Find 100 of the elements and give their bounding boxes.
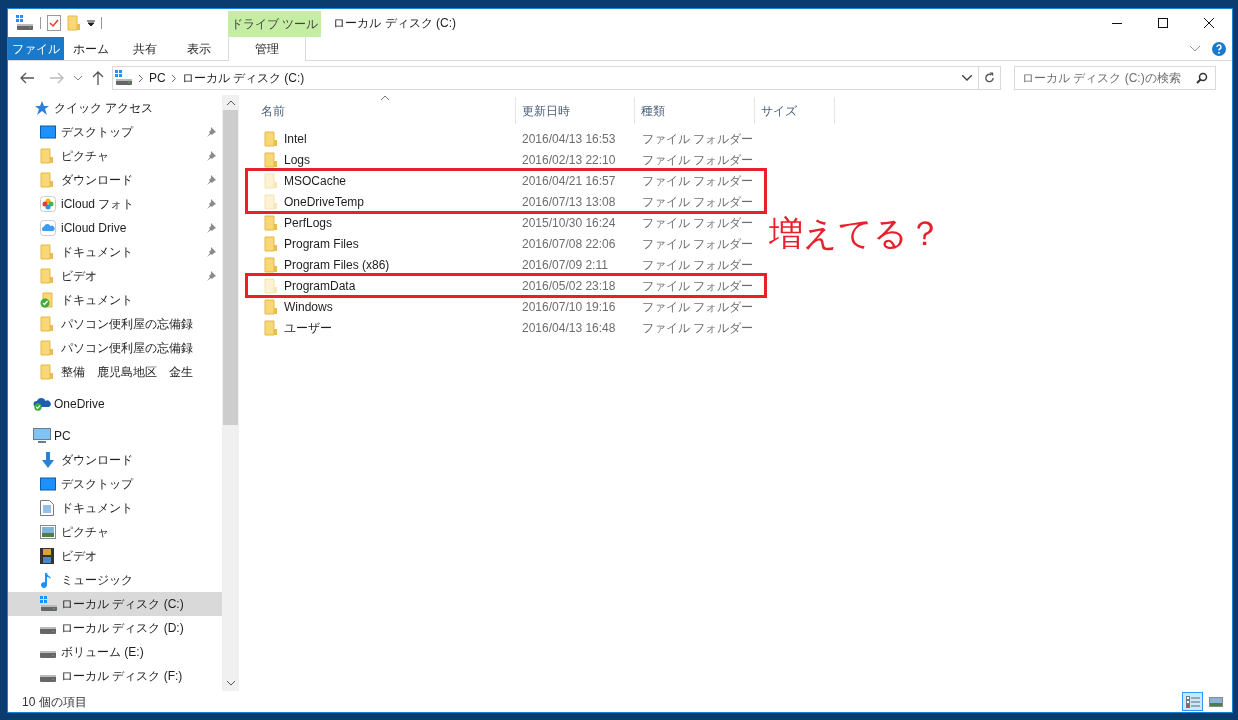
- search-input[interactable]: ローカル ディスク (C:)の検索: [1022, 69, 1196, 87]
- drive-icon: [115, 70, 133, 86]
- file-type: ファイル フォルダー: [641, 130, 755, 148]
- scroll-down-icon[interactable]: [226, 681, 235, 686]
- new-folder-icon: [67, 15, 81, 31]
- nav-item[interactable]: パソコン便利屋の忘備録: [8, 312, 222, 336]
- back-arrow-icon[interactable]: [20, 72, 34, 84]
- nav-item[interactable]: ローカル ディスク (F:): [8, 664, 222, 688]
- breadcrumb-chevron-icon[interactable]: [171, 74, 176, 82]
- nav-item[interactable]: ピクチャ: [8, 520, 222, 544]
- file-type: ファイル フォルダー: [641, 277, 755, 295]
- context-tab-header: ドライブ ツール: [228, 11, 322, 37]
- file-type: ファイル フォルダー: [641, 256, 755, 274]
- star-icon: [33, 100, 49, 116]
- maximize-icon: [1158, 18, 1168, 28]
- nav-item[interactable]: iCloud フォト: [8, 192, 222, 216]
- nav-label: ドキュメント: [61, 500, 134, 517]
- nav-item[interactable]: ダウンロード: [8, 448, 222, 472]
- column-header[interactable]: 更新日時: [516, 97, 635, 124]
- refresh-icon[interactable]: [984, 72, 995, 84]
- checklist-icon[interactable]: [47, 15, 61, 31]
- column-header[interactable]: 種類: [635, 97, 755, 124]
- nav-item[interactable]: ピクチャ: [8, 144, 222, 168]
- folder-icon: [40, 172, 54, 188]
- file-name[interactable]: PerfLogs: [284, 213, 333, 232]
- folder-icon: [40, 340, 54, 356]
- scroll-up-icon[interactable]: [226, 100, 235, 105]
- nav-item[interactable]: クイック アクセス: [8, 96, 222, 120]
- nav-item[interactable]: ミュージック: [8, 568, 222, 592]
- file-type: ファイル フォルダー: [641, 151, 755, 169]
- file-name[interactable]: Logs: [284, 150, 311, 169]
- nav-label: ローカル ディスク (F:): [61, 668, 184, 685]
- ribbon-tab[interactable]: ホーム: [64, 37, 118, 60]
- nav-item[interactable]: ローカル ディスク (C:): [8, 592, 222, 616]
- scrollbar[interactable]: [222, 95, 239, 691]
- up-arrow-icon[interactable]: [92, 71, 104, 85]
- modified-date: 2016/07/09 2:11: [521, 256, 609, 274]
- nav-item[interactable]: ボリューム (E:): [8, 640, 222, 664]
- search-field[interactable]: ローカル ディスク (C:)の検索: [1014, 66, 1216, 90]
- nav-label: ピクチャ: [61, 524, 110, 541]
- item-count: 10 個の項目: [22, 693, 87, 711]
- breadcrumb-chevron-icon[interactable]: [139, 74, 143, 82]
- nav-label: デスクトップ: [61, 476, 135, 493]
- nav-item[interactable]: ドキュメント: [8, 240, 222, 264]
- folder-icon: [40, 316, 54, 332]
- nav-item[interactable]: 整備 鹿児島地区 金生: [8, 360, 222, 384]
- folder-icon: [40, 148, 54, 164]
- file-name[interactable]: OneDriveTemp: [284, 192, 365, 211]
- dropdown-icon[interactable]: [87, 19, 95, 27]
- file-name[interactable]: ProgramData: [284, 276, 356, 295]
- music-note-icon: [40, 572, 52, 588]
- nav-item[interactable]: iCloud Drive: [8, 216, 222, 240]
- ribbon-tab[interactable]: 表示: [172, 37, 226, 60]
- nav-label: ビデオ: [61, 548, 98, 565]
- details-view-icon: [1185, 695, 1200, 708]
- nav-label: ローカル ディスク (D:): [61, 620, 185, 637]
- close-icon: [1204, 18, 1214, 28]
- file-tab[interactable]: ファイル: [8, 37, 64, 60]
- nav-item[interactable]: ドキュメント: [8, 496, 222, 520]
- details-view-button[interactable]: [1182, 692, 1203, 711]
- scrollbar-thumb[interactable]: [223, 110, 238, 425]
- address-bar[interactable]: PC ローカル ディスク (C:): [112, 66, 1001, 90]
- nav-label: パソコン便利屋の忘備録: [61, 316, 194, 333]
- file-name[interactable]: Program Files (x86): [284, 255, 390, 274]
- desktop-icon: [40, 125, 56, 139]
- file-name[interactable]: Program Files: [284, 234, 359, 253]
- minimize-icon: [1112, 22, 1122, 24]
- help-icon[interactable]: [1212, 41, 1226, 56]
- chevron-down-icon[interactable]: [962, 75, 972, 81]
- file-name[interactable]: Intel: [284, 129, 307, 148]
- nav-item[interactable]: ビデオ: [8, 544, 222, 568]
- breadcrumb[interactable]: PC: [149, 69, 166, 87]
- file-type: ファイル フォルダー: [641, 235, 755, 253]
- file-name[interactable]: MSOCache: [284, 171, 347, 190]
- modified-date: 2016/04/13 16:53: [521, 130, 617, 148]
- file-name[interactable]: ユーザー: [284, 318, 332, 337]
- desktop-icon: [40, 477, 56, 491]
- nav-label: デスクトップ: [61, 124, 135, 141]
- document-icon: [40, 500, 54, 516]
- column-header[interactable]: サイズ: [755, 97, 835, 124]
- nav-item[interactable]: ダウンロード: [8, 168, 222, 192]
- picture-icon: [40, 525, 56, 539]
- file-name[interactable]: Windows: [284, 297, 333, 316]
- nav-item[interactable]: デスクトップ: [8, 120, 222, 144]
- search-icon[interactable]: [1196, 72, 1208, 84]
- column-header[interactable]: 名前: [243, 97, 516, 124]
- folder-icon: [40, 364, 54, 380]
- nav-item[interactable]: デスクトップ: [8, 472, 222, 496]
- nav-item[interactable]: PC: [8, 424, 222, 448]
- synced-folder-icon: [40, 292, 56, 308]
- breadcrumb[interactable]: ローカル ディスク (C:): [181, 69, 305, 87]
- drive-icon: [40, 596, 58, 612]
- nav-item[interactable]: ローカル ディスク (D:): [8, 616, 222, 640]
- photos-icon: [40, 196, 56, 212]
- ribbon-tab[interactable]: 共有: [118, 37, 172, 60]
- nav-item[interactable]: パソコン便利屋の忘備録: [8, 336, 222, 360]
- drive-icon: [40, 675, 56, 682]
- nav-item[interactable]: OneDrive: [8, 392, 222, 416]
- nav-item[interactable]: ビデオ: [8, 264, 222, 288]
- nav-item[interactable]: ドキュメント: [8, 288, 222, 312]
